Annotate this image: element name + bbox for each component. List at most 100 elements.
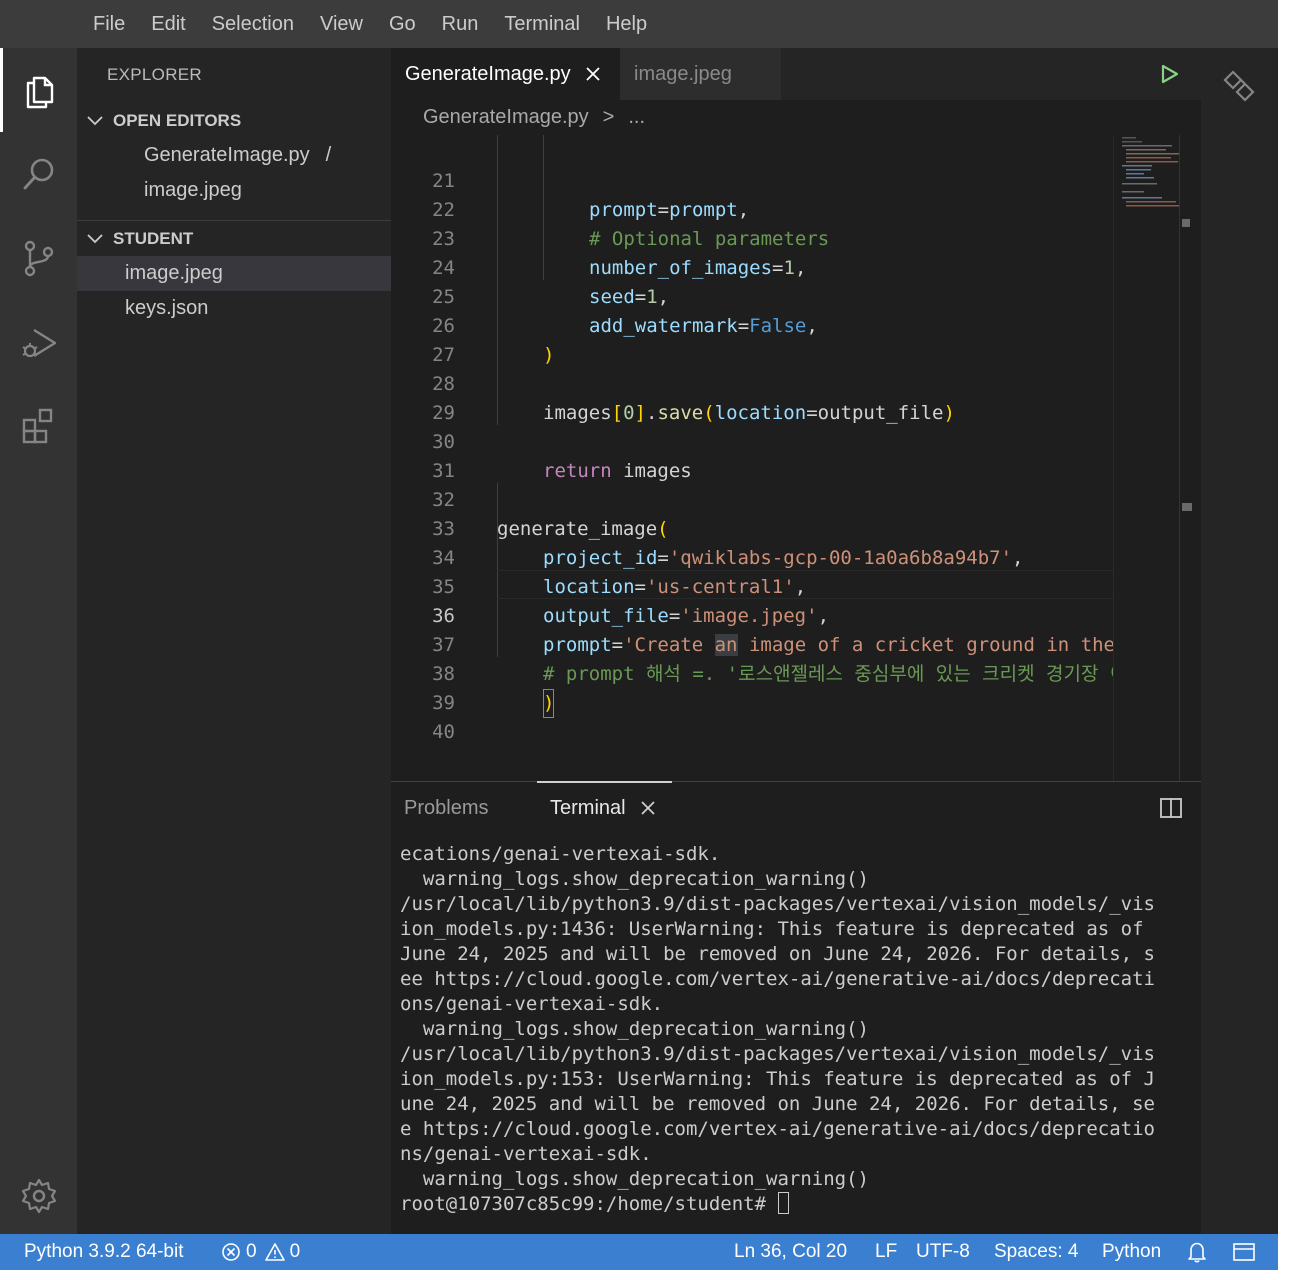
search-activity[interactable] [0,132,77,216]
source-control-activity[interactable] [0,216,77,300]
code-line: 32 generate_image( [391,457,1113,540]
terminal-line: /usr/local/lib/python3.9/dist-packages/v… [400,1043,1155,1065]
code-line: 40 [391,689,1113,743]
explorer-title: EXPLORER [107,65,202,84]
code-line: 39 [391,660,1113,714]
code-line: 22 # Optional parameters [391,167,1113,250]
code-line: 33 project_id='qwiklabs-gcp-00-1a0a6b8a9… [391,486,1113,569]
chevron-down-icon [77,116,113,126]
search-icon [23,158,53,190]
breadcrumb: GenerateImage.py > ... [391,100,1201,135]
chevron-down-icon [77,234,113,244]
explorer-sidebar: EXPLORER OPEN EDITORS GenerateImage.py /… [77,48,391,1234]
close-icon[interactable] [640,800,656,816]
code-line: 35 output_file='image.jpeg', [391,544,1113,627]
code-line: 38 ) [391,631,1113,718]
scroll-marker [1182,503,1192,511]
files-icon [26,76,54,109]
error-icon [221,1242,241,1262]
code-line: 23 number_of_images=1, [391,196,1113,279]
breadcrumb-file[interactable]: GenerateImage.py [423,106,589,129]
editor-scrollbar[interactable] [1179,135,1201,781]
open-editor-item[interactable]: image.jpeg [77,173,391,208]
open-editors-header[interactable]: OPEN EDITORS [77,103,391,139]
terminal-line: une 24, 2025 and will be removed on June… [400,1093,1155,1115]
secondary-bar [1201,48,1278,1234]
menu-terminal[interactable]: Terminal [491,0,593,48]
student-folder-header[interactable]: STUDENT [77,221,391,257]
code-editor[interactable]: 21 prompt=prompt, 22 # Optional paramete… [391,135,1113,781]
code-line: 26 ) [391,283,1113,366]
split-panel-icon[interactable] [1159,796,1183,820]
panel-tab-terminal[interactable]: Terminal [537,781,672,833]
code-line: 27 [391,312,1113,366]
manage-activity[interactable] [0,1154,77,1238]
bottom-panel: Problems Terminal ecations/genai-vertexa… [391,781,1201,1234]
run-debug-activity[interactable] [0,300,77,384]
file-name: keys.json [125,297,209,319]
terminal-line: /usr/local/lib/python3.9/dist-packages/v… [400,893,1155,915]
file-image-jpeg[interactable]: image.jpeg [77,256,391,291]
language-mode[interactable]: Python [1102,1234,1161,1270]
code-line: 28 images[0].save(location=output_file) [391,341,1113,424]
extensions-icon [22,408,52,444]
student-folder-label: STUDENT [113,229,194,248]
indentation[interactable]: Spaces: 4 [994,1234,1079,1270]
extensions-activity[interactable] [0,384,77,468]
open-editor-item[interactable]: GenerateImage.py / [77,138,391,173]
terminal-prompt-line: root@107307c85c99:/home/student# [400,1192,1195,1217]
menu-file[interactable]: File [80,0,138,48]
source-control-icon [24,240,53,277]
vscode-window: File Edit Selection View Go Run Terminal… [0,0,1278,1270]
terminal-line: ion_models.py:1436: UserWarning: This fe… [400,918,1144,940]
open-editor-name: image.jpeg [144,179,242,201]
menu-bar: File Edit Selection View Go Run Terminal… [0,0,1278,48]
open-editor-path: / [325,144,332,166]
code-line: 31 [391,428,1113,482]
remote-icon[interactable] [1221,68,1257,104]
panel-tab-problems[interactable]: Problems [404,782,488,834]
terminal-cursor [777,1192,789,1214]
code-line: 25 add_watermark=False, [391,254,1113,337]
menu-go[interactable]: Go [376,0,429,48]
code-line: 34 location='us-central1', [391,515,1113,598]
menu-help[interactable]: Help [593,0,660,48]
editor-tab-bar: GenerateImage.py image.jpeg [391,48,1201,100]
code-line: 30 return images [391,399,1113,482]
terminal-line: June 24, 2025 and will be removed on Jun… [400,943,1155,965]
menu-selection[interactable]: Selection [199,0,307,48]
python-interpreter[interactable]: Python 3.9.2 64-bit [24,1234,184,1270]
menu-run[interactable]: Run [429,0,492,48]
menu-edit[interactable]: Edit [138,0,198,48]
breadcrumb-symbols[interactable]: ... [628,106,645,129]
close-icon[interactable] [585,66,601,82]
terminal-line: warning_logs.show_deprecation_warning() [400,868,869,890]
problems-count[interactable]: 0 0 [221,1234,300,1270]
code-line: 29 [391,370,1113,424]
open-editors-label: OPEN EDITORS [113,111,242,130]
play-icon[interactable] [1157,62,1181,86]
explorer-activity[interactable] [0,48,77,132]
warning-count: 0 [289,1241,301,1262]
tab-label: GenerateImage.py [405,62,571,85]
layout-icon[interactable] [1233,1234,1255,1270]
terminal-line: e https://cloud.google.com/vertex-ai/gen… [400,1118,1155,1140]
terminal-line: warning_logs.show_deprecation_warning() [400,1018,869,1040]
end-of-line[interactable]: LF [875,1234,897,1270]
cursor-position[interactable]: Ln 36, Col 20 [734,1234,847,1270]
tab-generateimage[interactable]: GenerateImage.py [391,48,620,100]
terminal-line: ee https://cloud.google.com/vertex-ai/ge… [400,968,1155,990]
terminal-output[interactable]: ecations/genai-vertexai-sdk. warning_log… [400,842,1195,1217]
gear-icon [21,1178,56,1214]
tab-image-jpeg[interactable]: image.jpeg [620,48,781,100]
menu-view[interactable]: View [307,0,376,48]
bell-icon[interactable] [1187,1234,1207,1270]
file-keys-json[interactable]: keys.json [77,291,391,326]
breadcrumb-separator: > [602,106,615,128]
open-editor-name: GenerateImage.py [144,144,310,166]
error-count: 0 [246,1241,257,1262]
encoding[interactable]: UTF-8 [916,1234,970,1270]
code-line: 21 prompt=prompt, [391,138,1113,221]
terminal-line: ons/genai-vertexai-sdk. [400,993,664,1015]
line-number: 40 [432,721,455,743]
